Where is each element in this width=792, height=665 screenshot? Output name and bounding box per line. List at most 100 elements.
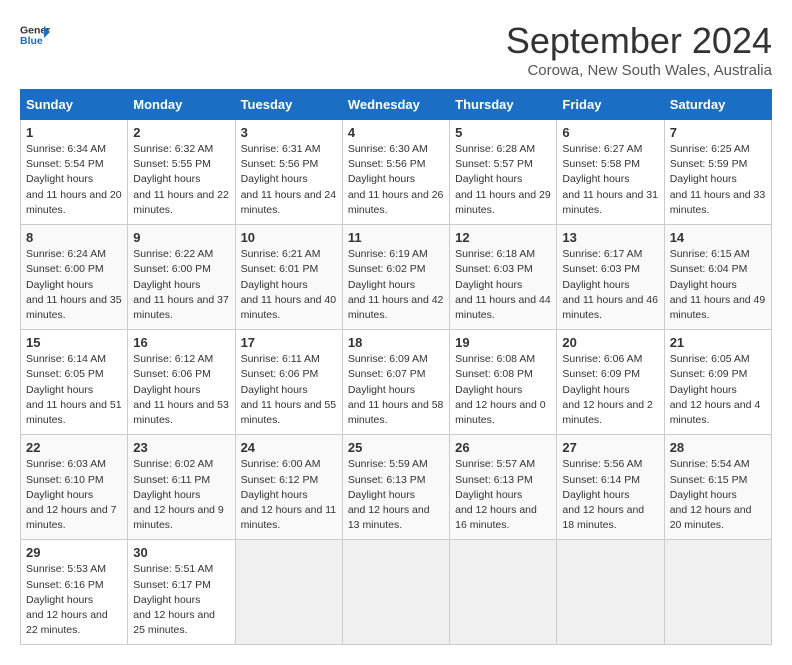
day-info: Sunrise: 6:08 AM Sunset: 6:08 PM Dayligh… [455,352,551,428]
day-info: Sunrise: 6:34 AM Sunset: 5:54 PM Dayligh… [26,142,122,218]
day-info: Sunrise: 6:02 AM Sunset: 6:11 PM Dayligh… [133,457,229,533]
day-info: Sunrise: 6:31 AM Sunset: 5:56 PM Dayligh… [241,142,337,218]
day-info: Sunrise: 5:59 AM Sunset: 6:13 PM Dayligh… [348,457,444,533]
day-number: 26 [455,440,551,455]
day-info: Sunrise: 6:22 AM Sunset: 6:00 PM Dayligh… [133,247,229,323]
table-row: 13 Sunrise: 6:17 AM Sunset: 6:03 PM Dayl… [557,225,664,330]
col-friday: Friday [557,90,664,120]
day-info: Sunrise: 5:57 AM Sunset: 6:13 PM Dayligh… [455,457,551,533]
calendar-week-row: 15 Sunrise: 6:14 AM Sunset: 6:05 PM Dayl… [21,330,772,435]
day-info: Sunrise: 6:25 AM Sunset: 5:59 PM Dayligh… [670,142,766,218]
day-info: Sunrise: 6:24 AM Sunset: 6:00 PM Dayligh… [26,247,122,323]
calendar-header-row: Sunday Monday Tuesday Wednesday Thursday… [21,90,772,120]
day-number: 13 [562,230,658,245]
logo-icon: General Blue [20,20,50,50]
day-info: Sunrise: 6:19 AM Sunset: 6:02 PM Dayligh… [348,247,444,323]
day-info: Sunrise: 6:03 AM Sunset: 6:10 PM Dayligh… [26,457,122,533]
table-row: 12 Sunrise: 6:18 AM Sunset: 6:03 PM Dayl… [450,225,557,330]
table-row: 9 Sunrise: 6:22 AM Sunset: 6:00 PM Dayli… [128,225,235,330]
day-number: 24 [241,440,337,455]
day-number: 30 [133,545,229,560]
table-row: 20 Sunrise: 6:06 AM Sunset: 6:09 PM Dayl… [557,330,664,435]
day-number: 1 [26,125,122,140]
day-info: Sunrise: 6:09 AM Sunset: 6:07 PM Dayligh… [348,352,444,428]
day-number: 6 [562,125,658,140]
table-row: 16 Sunrise: 6:12 AM Sunset: 6:06 PM Dayl… [128,330,235,435]
day-number: 5 [455,125,551,140]
table-row: 2 Sunrise: 6:32 AM Sunset: 5:55 PM Dayli… [128,120,235,225]
day-number: 11 [348,230,444,245]
day-number: 19 [455,335,551,350]
col-monday: Monday [128,90,235,120]
day-number: 7 [670,125,766,140]
table-row: 21 Sunrise: 6:05 AM Sunset: 6:09 PM Dayl… [664,330,771,435]
day-number: 9 [133,230,229,245]
table-row: 4 Sunrise: 6:30 AM Sunset: 5:56 PM Dayli… [342,120,449,225]
day-number: 3 [241,125,337,140]
day-info: Sunrise: 6:06 AM Sunset: 6:09 PM Dayligh… [562,352,658,428]
day-info: Sunrise: 6:27 AM Sunset: 5:58 PM Dayligh… [562,142,658,218]
table-row: 17 Sunrise: 6:11 AM Sunset: 6:06 PM Dayl… [235,330,342,435]
day-number: 27 [562,440,658,455]
table-row: 3 Sunrise: 6:31 AM Sunset: 5:56 PM Dayli… [235,120,342,225]
day-number: 28 [670,440,766,455]
day-number: 29 [26,545,122,560]
day-info: Sunrise: 6:28 AM Sunset: 5:57 PM Dayligh… [455,142,551,218]
table-row [664,540,771,645]
table-row: 10 Sunrise: 6:21 AM Sunset: 6:01 PM Dayl… [235,225,342,330]
title-block: September 2024 Corowa, New South Wales, … [506,20,772,79]
logo: General Blue [20,20,50,50]
calendar-week-row: 29 Sunrise: 5:53 AM Sunset: 6:16 PM Dayl… [21,540,772,645]
day-info: Sunrise: 6:14 AM Sunset: 6:05 PM Dayligh… [26,352,122,428]
day-info: Sunrise: 6:05 AM Sunset: 6:09 PM Dayligh… [670,352,766,428]
day-info: Sunrise: 6:15 AM Sunset: 6:04 PM Dayligh… [670,247,766,323]
table-row: 27 Sunrise: 5:56 AM Sunset: 6:14 PM Dayl… [557,435,664,540]
calendar-week-row: 22 Sunrise: 6:03 AM Sunset: 6:10 PM Dayl… [21,435,772,540]
day-info: Sunrise: 5:53 AM Sunset: 6:16 PM Dayligh… [26,562,122,638]
day-info: Sunrise: 5:51 AM Sunset: 6:17 PM Dayligh… [133,562,229,638]
table-row: 23 Sunrise: 6:02 AM Sunset: 6:11 PM Dayl… [128,435,235,540]
day-number: 2 [133,125,229,140]
col-tuesday: Tuesday [235,90,342,120]
col-wednesday: Wednesday [342,90,449,120]
day-number: 21 [670,335,766,350]
table-row: 19 Sunrise: 6:08 AM Sunset: 6:08 PM Dayl… [450,330,557,435]
day-number: 18 [348,335,444,350]
day-number: 22 [26,440,122,455]
col-sunday: Sunday [21,90,128,120]
day-info: Sunrise: 5:54 AM Sunset: 6:15 PM Dayligh… [670,457,766,533]
day-info: Sunrise: 6:11 AM Sunset: 6:06 PM Dayligh… [241,352,337,428]
day-number: 12 [455,230,551,245]
table-row: 24 Sunrise: 6:00 AM Sunset: 6:12 PM Dayl… [235,435,342,540]
day-info: Sunrise: 6:18 AM Sunset: 6:03 PM Dayligh… [455,247,551,323]
day-number: 25 [348,440,444,455]
table-row: 5 Sunrise: 6:28 AM Sunset: 5:57 PM Dayli… [450,120,557,225]
table-row: 6 Sunrise: 6:27 AM Sunset: 5:58 PM Dayli… [557,120,664,225]
table-row: 26 Sunrise: 5:57 AM Sunset: 6:13 PM Dayl… [450,435,557,540]
table-row: 30 Sunrise: 5:51 AM Sunset: 6:17 PM Dayl… [128,540,235,645]
day-number: 23 [133,440,229,455]
table-row [557,540,664,645]
calendar-week-row: 8 Sunrise: 6:24 AM Sunset: 6:00 PM Dayli… [21,225,772,330]
page-header: General Blue September 2024 Corowa, New … [20,20,772,79]
day-info: Sunrise: 6:12 AM Sunset: 6:06 PM Dayligh… [133,352,229,428]
day-number: 14 [670,230,766,245]
day-info: Sunrise: 6:00 AM Sunset: 6:12 PM Dayligh… [241,457,337,533]
table-row: 22 Sunrise: 6:03 AM Sunset: 6:10 PM Dayl… [21,435,128,540]
col-thursday: Thursday [450,90,557,120]
calendar-week-row: 1 Sunrise: 6:34 AM Sunset: 5:54 PM Dayli… [21,120,772,225]
table-row: 7 Sunrise: 6:25 AM Sunset: 5:59 PM Dayli… [664,120,771,225]
day-number: 8 [26,230,122,245]
day-number: 10 [241,230,337,245]
table-row: 28 Sunrise: 5:54 AM Sunset: 6:15 PM Dayl… [664,435,771,540]
day-info: Sunrise: 6:30 AM Sunset: 5:56 PM Dayligh… [348,142,444,218]
day-info: Sunrise: 6:32 AM Sunset: 5:55 PM Dayligh… [133,142,229,218]
svg-text:Blue: Blue [20,35,43,47]
day-info: Sunrise: 6:17 AM Sunset: 6:03 PM Dayligh… [562,247,658,323]
day-number: 17 [241,335,337,350]
table-row [450,540,557,645]
table-row: 25 Sunrise: 5:59 AM Sunset: 6:13 PM Dayl… [342,435,449,540]
day-number: 15 [26,335,122,350]
table-row: 14 Sunrise: 6:15 AM Sunset: 6:04 PM Dayl… [664,225,771,330]
table-row: 15 Sunrise: 6:14 AM Sunset: 6:05 PM Dayl… [21,330,128,435]
